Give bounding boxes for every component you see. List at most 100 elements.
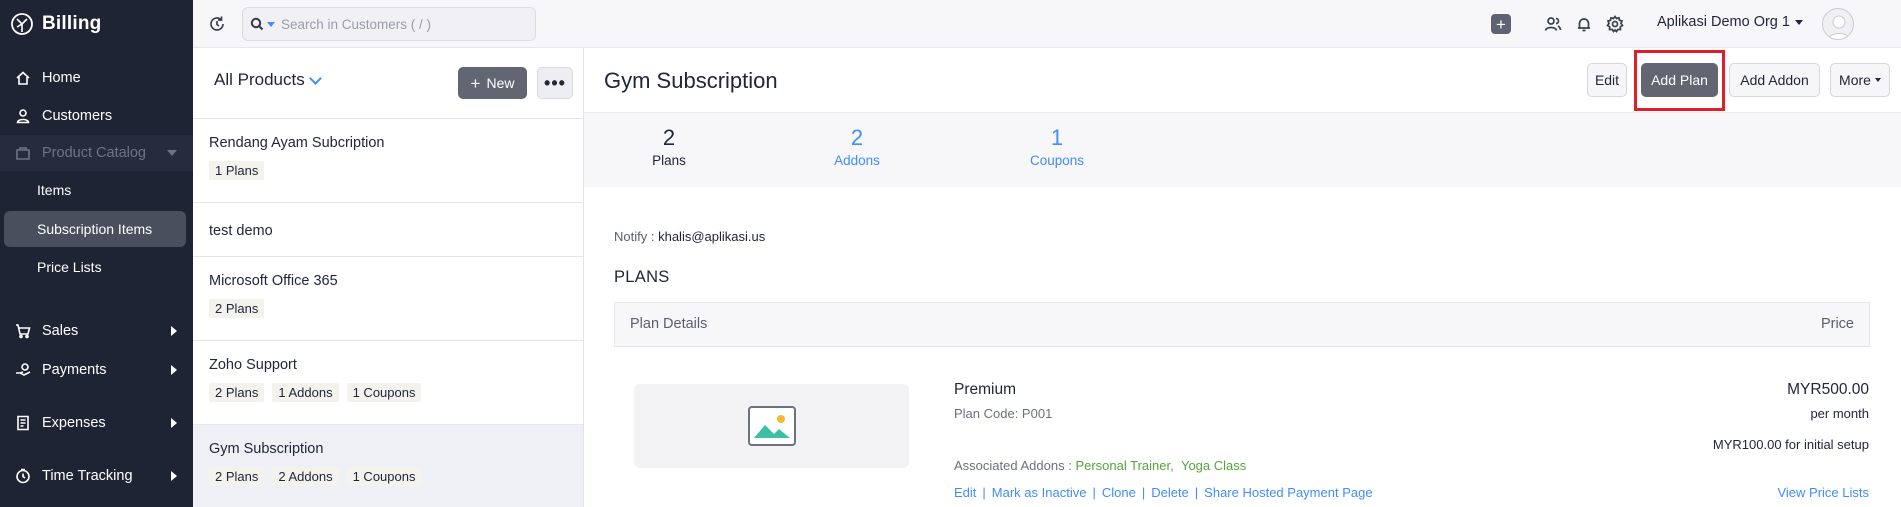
- divider: |: [1141, 485, 1146, 500]
- col-price: Price: [1820, 316, 1854, 332]
- plan-image-placeholder: [634, 384, 909, 468]
- app-name: Billing: [42, 13, 102, 34]
- nav-expenses-label: Expenses: [42, 415, 106, 431]
- stat-addons-value: 2: [850, 125, 864, 150]
- nav-sales[interactable]: Sales: [0, 313, 193, 349]
- chevron-right-icon: [171, 365, 177, 375]
- nav-home[interactable]: Home: [0, 60, 193, 96]
- new-button[interactable]: + New: [458, 67, 527, 99]
- add-addon-button[interactable]: Add Addon: [1729, 63, 1820, 97]
- product-tags: 1 Plans: [209, 161, 265, 180]
- chevron-right-icon: [171, 326, 177, 336]
- addon-separator: ,: [1170, 458, 1174, 473]
- edit-button[interactable]: Edit: [1587, 63, 1627, 97]
- mark-inactive-link[interactable]: Mark as Inactive: [992, 485, 1087, 500]
- search-input[interactable]: [281, 16, 521, 32]
- user-icon: [14, 107, 32, 125]
- tag: 1 Coupons: [346, 467, 422, 486]
- home-icon: [14, 69, 32, 87]
- stat-coupons-value: 1: [1050, 125, 1064, 150]
- stat-plans-label: Plans: [652, 153, 686, 168]
- product-name: test demo: [209, 223, 273, 239]
- tag: 1 Plans: [209, 161, 265, 180]
- notify-email: khalis@aplikasi.us: [658, 229, 766, 244]
- stat-addons-label: Addons: [834, 153, 880, 168]
- sidebar: Billing Home Customers Product Catalog I…: [0, 0, 193, 507]
- nav-items-label: Items: [37, 182, 72, 198]
- nav-time-tracking[interactable]: Time Tracking: [0, 458, 193, 494]
- quick-create-button[interactable]: +: [1491, 14, 1511, 34]
- search-icon: [250, 17, 263, 31]
- list-item[interactable]: Zoho Support 2 Plans 1 Addons 1 Coupons: [193, 341, 583, 425]
- stat-plans[interactable]: 2 Plans: [609, 125, 729, 168]
- list-header: All Products + New •••: [193, 48, 583, 119]
- addon-yoga-class[interactable]: Yoga Class: [1181, 458, 1246, 473]
- user-avatar-icon: [1827, 15, 1851, 39]
- tag: 1 Coupons: [346, 383, 422, 402]
- gear-icon[interactable]: [1605, 14, 1625, 34]
- nav-expenses[interactable]: Expenses: [0, 405, 193, 441]
- product-filter-dropdown[interactable]: All Products: [214, 70, 322, 90]
- nav-price-lists-label: Price Lists: [37, 259, 102, 275]
- product-tags: 2 Plans 1 Addons 1 Coupons: [209, 383, 422, 402]
- plan-actions: Edit | Mark as Inactive | Clone | Delete…: [954, 485, 1373, 500]
- nav-product-catalog[interactable]: Product Catalog: [0, 135, 193, 171]
- product-name: Rendang Ayam Subcription: [209, 135, 385, 151]
- more-options-button[interactable]: •••: [537, 67, 573, 99]
- stat-coupons-label: Coupons: [1029, 153, 1085, 168]
- nav-subscription-items[interactable]: Subscription Items: [4, 211, 186, 247]
- nav-payments[interactable]: Payments: [0, 352, 193, 388]
- nav-home-label: Home: [42, 70, 81, 86]
- cart-icon: [14, 322, 32, 340]
- delete-link[interactable]: Delete: [1151, 485, 1189, 500]
- more-button-label: More: [1839, 72, 1871, 88]
- brand[interactable]: Billing: [0, 0, 193, 48]
- notify-line: Notify : khalis@aplikasi.us: [614, 229, 765, 244]
- refer-users-icon[interactable]: [1543, 14, 1563, 34]
- nav-price-lists[interactable]: Price Lists: [0, 249, 193, 285]
- chevron-down-icon: [167, 150, 177, 156]
- org-switcher[interactable]: Aplikasi Demo Org 1: [1657, 14, 1803, 30]
- nav-subscription-items-label: Subscription Items: [37, 221, 153, 237]
- stat-coupons[interactable]: 1 Coupons: [997, 125, 1117, 168]
- nav-customers[interactable]: Customers: [0, 98, 193, 134]
- search-scope-dropdown[interactable]: [243, 17, 281, 31]
- tag: 1 Addons: [272, 383, 339, 402]
- search-bar: [242, 7, 536, 41]
- edit-button-label: Edit: [1594, 72, 1620, 88]
- stat-plans-value: 2: [662, 125, 676, 150]
- nav-payments-label: Payments: [42, 362, 107, 378]
- tag: 2 Plans: [209, 299, 265, 318]
- avatar[interactable]: [1822, 8, 1854, 40]
- plan-name: Premium: [954, 381, 1017, 398]
- plans-table-header: Plan Details Price: [614, 302, 1870, 347]
- view-price-lists-link[interactable]: View Price Lists: [1777, 485, 1869, 500]
- list-item-selected[interactable]: Gym Subscription 2 Plans 2 Addons 1 Coup…: [193, 425, 583, 507]
- list-item[interactable]: Microsoft Office 365 2 Plans: [193, 257, 583, 341]
- recent-activity-icon[interactable]: [207, 14, 227, 34]
- detail-header: Gym Subscription Edit Add Plan Add Addon…: [584, 48, 1901, 112]
- chevron-right-icon: [171, 418, 177, 428]
- tag: 2 Plans: [209, 383, 265, 402]
- catalog-icon: [14, 144, 32, 162]
- share-payment-page-link[interactable]: Share Hosted Payment Page: [1204, 485, 1372, 500]
- highlight-box: [1634, 50, 1725, 111]
- stat-addons[interactable]: 2 Addons: [797, 125, 917, 168]
- clone-link[interactable]: Clone: [1102, 485, 1136, 500]
- image-icon: [747, 406, 796, 446]
- more-button[interactable]: More: [1830, 63, 1890, 97]
- bell-icon[interactable]: [1574, 14, 1594, 34]
- nav-customers-label: Customers: [42, 108, 113, 124]
- plan-edit-link[interactable]: Edit: [954, 485, 976, 500]
- list-item[interactable]: test demo: [193, 203, 583, 257]
- chevron-right-icon: [171, 471, 177, 481]
- billing-logo-icon: [11, 13, 33, 35]
- addon-personal-trainer[interactable]: Personal Trainer: [1075, 458, 1170, 473]
- clock-icon: [14, 467, 32, 485]
- chevron-down-icon: [1794, 19, 1803, 25]
- product-name: Zoho Support: [209, 357, 297, 373]
- plan-period: per month: [1810, 406, 1869, 421]
- list-item[interactable]: Rendang Ayam Subcription 1 Plans: [193, 119, 583, 203]
- nav-items[interactable]: Items: [0, 172, 193, 208]
- plan-code: Plan Code: P001: [954, 406, 1053, 421]
